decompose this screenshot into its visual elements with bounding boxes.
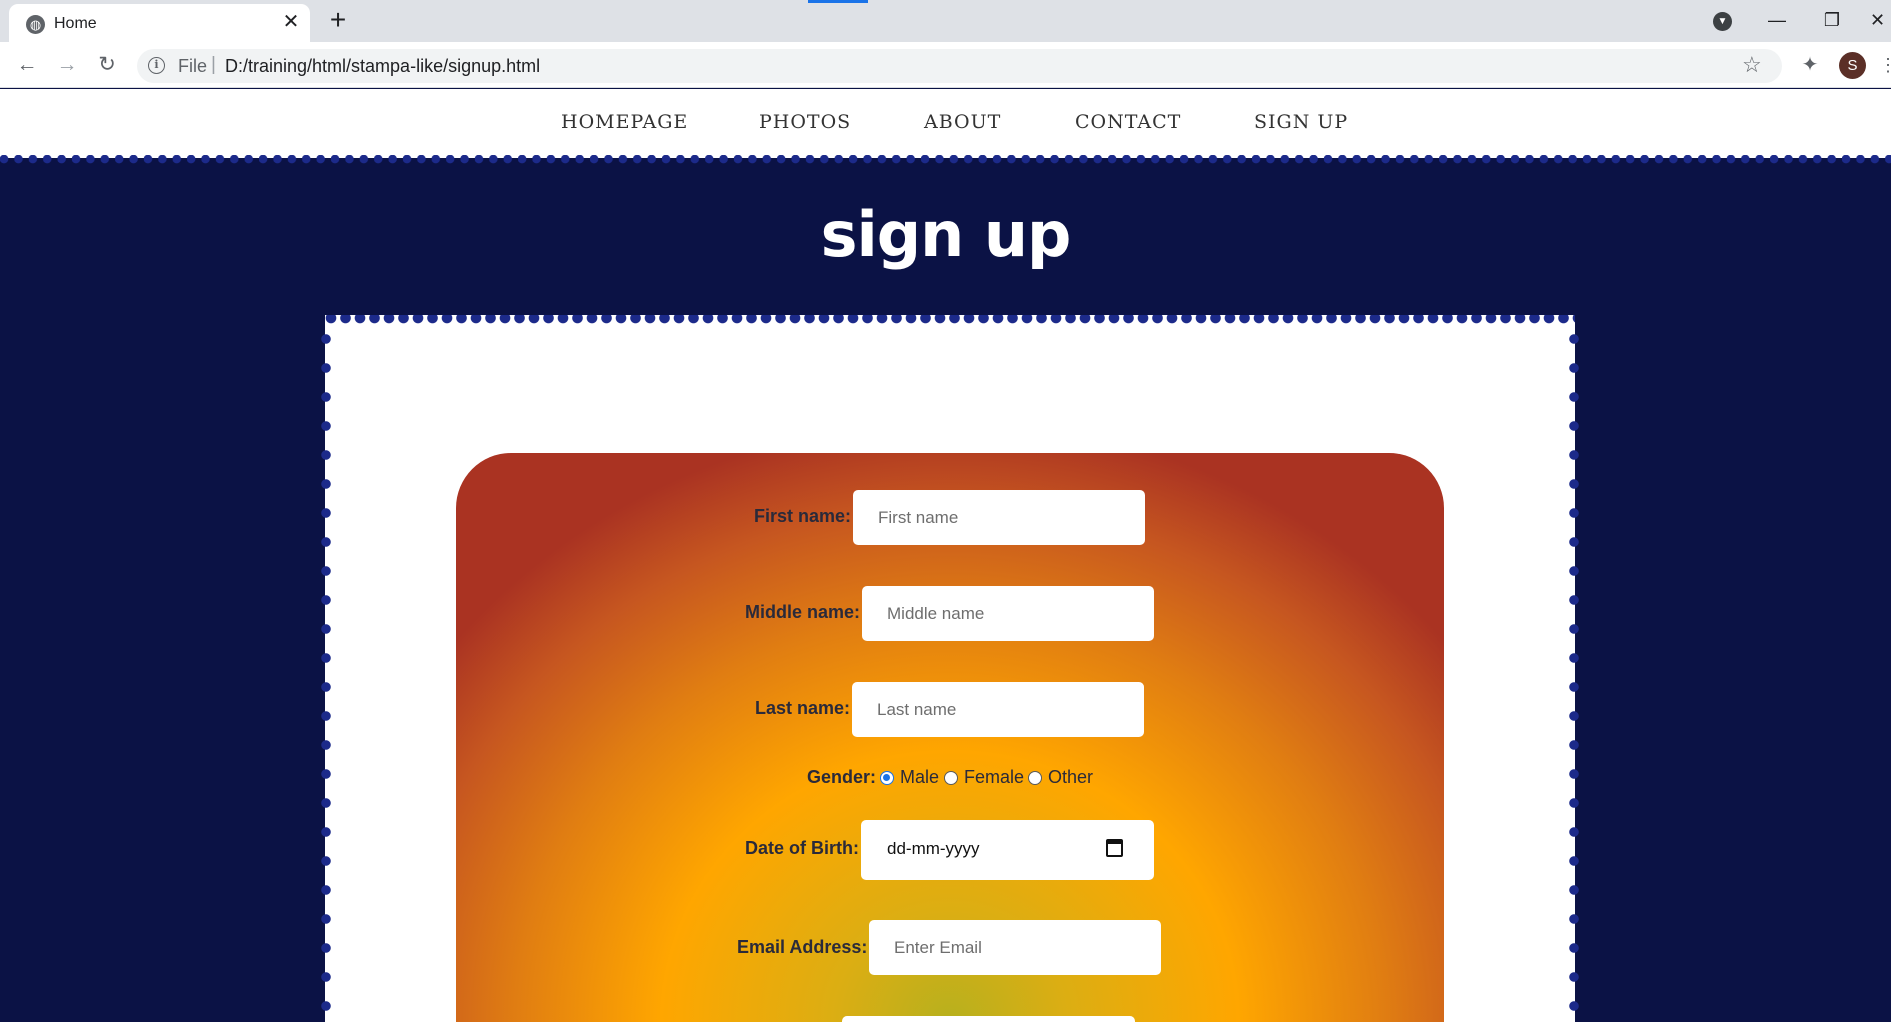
gender-radio-male[interactable] — [880, 771, 894, 785]
tab-loading-indicator — [808, 0, 868, 3]
browser-tab[interactable]: ◍ Home ✕ — [9, 4, 310, 42]
stamp-perforation-top — [325, 315, 1575, 324]
gender-option-female[interactable]: Female — [964, 767, 1024, 788]
last-name-input[interactable] — [852, 682, 1144, 737]
browser-tab-strip: ◍ Home ✕ + ▼ — ❐ ✕ — [0, 0, 1891, 42]
nav-link-contact[interactable]: CONTACT — [1075, 111, 1181, 133]
forward-icon[interactable]: → — [52, 50, 82, 80]
nav-scalloped-border — [0, 155, 1891, 164]
stamp-frame — [321, 315, 1579, 1022]
url-separator: | — [211, 54, 216, 75]
gender-option-male[interactable]: Male — [900, 767, 939, 788]
gender-radio-female[interactable] — [944, 771, 958, 785]
site-navigation: HOMEPAGE PHOTOS ABOUT CONTACT SIGN UP — [0, 89, 1891, 158]
star-icon[interactable]: ☆ — [1742, 52, 1762, 78]
first-name-input[interactable] — [853, 490, 1145, 545]
browser-toolbar: ← → ↻ i File | D:/training/html/stampa-l… — [0, 42, 1891, 88]
dob-label: Date of Birth: — [745, 838, 859, 858]
menu-icon[interactable]: ⋮ — [1879, 51, 1891, 79]
page-title: sign up — [820, 198, 1072, 271]
email-label: Email Address: — [737, 937, 868, 957]
url-scheme-label: File — [178, 56, 208, 76]
avatar[interactable]: S — [1839, 52, 1866, 79]
minimize-icon[interactable]: — — [1754, 6, 1800, 34]
nav-link-sign-up[interactable]: SIGN UP — [1254, 111, 1348, 133]
nav-link-about[interactable]: ABOUT — [924, 111, 1001, 133]
gender-label: Gender: — [807, 767, 877, 787]
restore-icon[interactable]: ❐ — [1809, 6, 1855, 34]
first-name-label: First name: — [754, 506, 852, 526]
gender-radio-other[interactable] — [1028, 771, 1042, 785]
nav-link-photos[interactable]: PHOTOS — [759, 111, 851, 133]
plus-icon[interactable]: + — [323, 6, 353, 36]
info-icon[interactable]: i — [148, 57, 165, 74]
url-text[interactable]: D:/training/html/stampa-like/signup.html — [225, 56, 540, 77]
nav-link-homepage[interactable]: HOMEPAGE — [561, 111, 688, 133]
close-window-icon[interactable]: ✕ — [1864, 6, 1891, 34]
back-icon[interactable]: ← — [12, 50, 42, 80]
tab-search-icon[interactable]: ▼ — [1713, 12, 1732, 31]
stamp-perforation-left — [321, 325, 331, 1022]
tab-title: Home — [54, 15, 97, 32]
email-input[interactable] — [869, 920, 1161, 975]
last-name-label: Last name: — [755, 698, 851, 718]
next-form-field[interactable] — [842, 1016, 1135, 1022]
dob-value: dd-mm-yyyy — [887, 839, 980, 858]
globe-icon: ◍ — [26, 15, 45, 34]
stamp-perforation-right — [1569, 325, 1579, 1022]
extensions-icon[interactable]: ✦ — [1796, 51, 1824, 79]
middle-name-label: Middle name: — [745, 602, 861, 622]
middle-name-input[interactable] — [862, 586, 1154, 641]
calendar-icon[interactable] — [1106, 839, 1123, 857]
reload-icon[interactable]: ↻ — [92, 50, 122, 80]
close-icon[interactable]: ✕ — [279, 10, 303, 34]
address-bar[interactable]: i File | D:/training/html/stampa-like/si… — [137, 49, 1782, 83]
gender-option-other[interactable]: Other — [1048, 767, 1093, 788]
dob-date-input[interactable]: dd-mm-yyyy — [861, 820, 1154, 880]
